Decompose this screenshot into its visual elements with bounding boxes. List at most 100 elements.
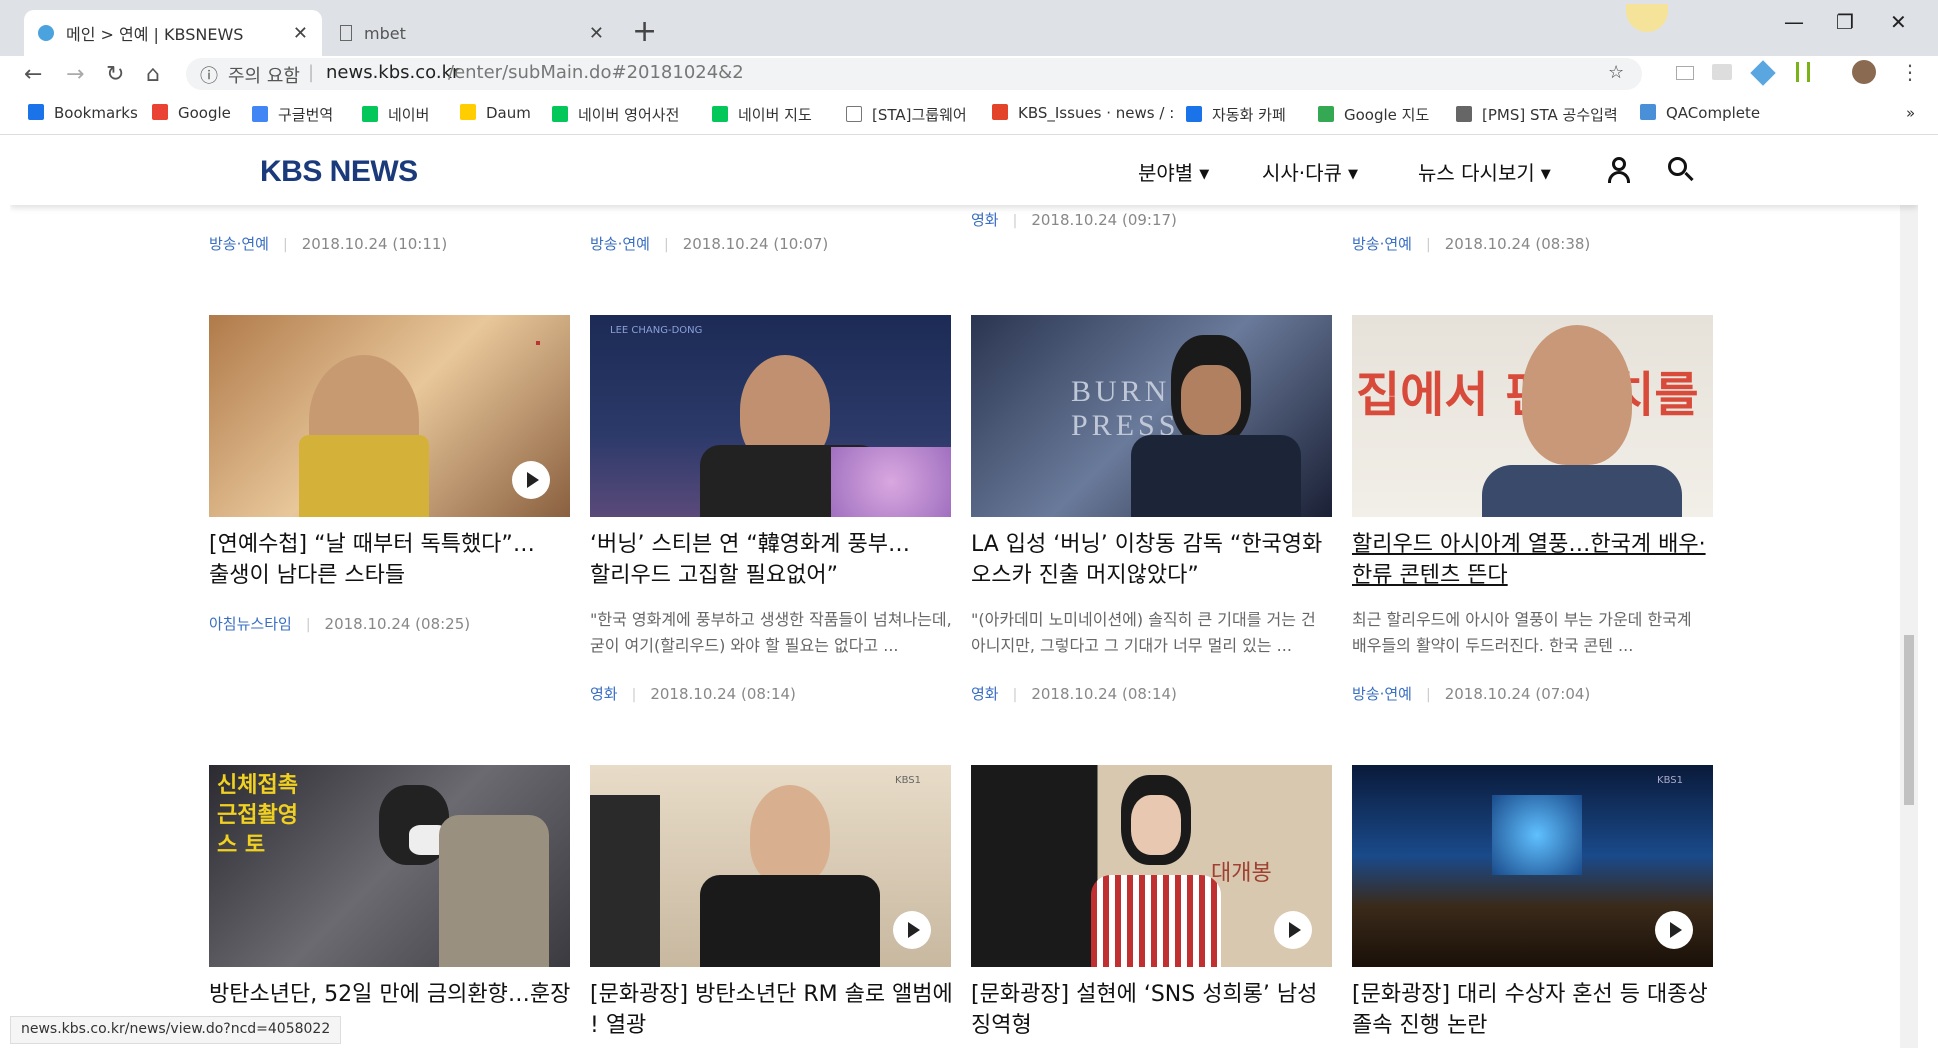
article-headline[interactable]: LA 입성 ‘버닝’ 이창동 감독 “한국영화 오스카 진출 머지않았다” [971, 529, 1343, 591]
caret-down-icon: ▼ [1199, 167, 1210, 182]
bookmark-item[interactable]: 자동화 카페 [1186, 104, 1286, 125]
avatar[interactable] [1852, 60, 1876, 84]
article-meta: 아침뉴스타임 | 2018.10.24 (08:25) [209, 615, 471, 633]
bookmarks-bar: Bookmarks Google 구글번역 네이버 Daum 네이버 영어사전 … [0, 96, 1938, 135]
caret-down-icon: ▼ [1347, 167, 1358, 182]
article-summary: 최근 할리우드에 아시아 열풍이 부는 가운데 한국계 배우들의 활약이 두드러진… [1352, 610, 1692, 655]
bookmark-item[interactable]: 구글번역 [252, 104, 333, 125]
thumb-caption: LEE CHANG-DONG [610, 325, 703, 336]
tab-title: 메인 > 연예 | KBSNEWS [66, 25, 244, 44]
translate-icon [252, 106, 268, 122]
article-summary: "한국 영화계에 풍부하고 생생한 작품들이 넘쳐나는데, 굳이 여기(할리우드)… [590, 610, 952, 655]
bookmark-star-icon[interactable]: ☆ [1608, 62, 1624, 83]
menu-news-replay[interactable]: 뉴스 다시보기 ▼ [1418, 157, 1551, 186]
caret-down-icon: ▼ [1540, 167, 1551, 182]
site-header: KBS NEWS 분야별 ▼ 시사·다큐 ▼ 뉴스 다시보기 ▼ [10, 135, 1918, 205]
reload-icon[interactable]: ↻ [106, 62, 124, 87]
bookmark-item[interactable]: 네이버 [362, 104, 429, 125]
article-meta: 방송·연예 | 2018.10.24 (10:11) [209, 235, 448, 253]
article-thumbnail[interactable]: BURNING PRESS [971, 315, 1332, 517]
address-bar[interactable]: ⓘ 주의 요함 | news.kbs.co.kr /enter/subMain.… [186, 58, 1642, 90]
article-thumbnail[interactable]: KBS1 [1352, 765, 1713, 967]
status-bar: news.kbs.co.kr/news/view.do?ncd=4058022 [10, 1016, 342, 1044]
close-icon[interactable]: ✕ [293, 23, 308, 44]
article-headline[interactable]: [연예수첩] “날 때부터 독특했다”… 출생이 남다른 스타들 [209, 529, 581, 591]
scrollbar-thumb[interactable] [1904, 635, 1914, 805]
sta-icon [1186, 106, 1202, 122]
naver-dict-icon [552, 106, 568, 122]
article-meta: 영화 | 2018.10.24 (08:14) [971, 685, 1177, 703]
naver-map-icon [712, 106, 728, 122]
back-icon[interactable]: ← [24, 62, 42, 87]
bookmark-item[interactable]: [PMS] STA 공수입력 [1456, 104, 1618, 125]
article-meta: 방송·연예 | 2018.10.24 (10:07) [590, 235, 829, 253]
article-thumbnail[interactable]: 대개봉 [971, 765, 1332, 967]
url-path: /enter/subMain.do#20181024&2 [448, 62, 744, 83]
minimize-button[interactable]: — [1784, 10, 1804, 34]
gitlab-icon [992, 104, 1008, 120]
web-page: KBS NEWS 분야별 ▼ 시사·다큐 ▼ 뉴스 다시보기 ▼ 방송·연예 | 2018… [10, 135, 1918, 1048]
article-meta: 방송·연예 | 2018.10.24 (08:38) [1352, 235, 1591, 253]
play-icon[interactable] [1655, 911, 1693, 949]
bookmark-item[interactable]: 네이버 영어사전 [552, 104, 679, 125]
google-maps-icon [1318, 106, 1334, 122]
article-headline[interactable]: [문화광장] 설현에 ‘SNS 성희롱’ 남성 징역형 [971, 979, 1343, 1041]
article-thumbnail[interactable]: LEE CHANG-DONG [590, 315, 951, 517]
google-icon [152, 104, 168, 120]
thumb-caption: 신체접촉 근접촬영 스 토 [217, 773, 298, 858]
bookmark-item[interactable]: Google 지도 [1318, 104, 1429, 125]
bookmarks-more-button[interactable]: » [1906, 104, 1915, 122]
article-headline[interactable]: ‘버닝’ 스티븐 연 “韓영화계 풍부… 할리우드 고집할 필요없어” [590, 529, 962, 591]
tab-title: mbet [364, 23, 406, 43]
extension-ladder-icon[interactable] [1796, 62, 1810, 82]
article-meta: 방송·연예 | 2018.10.24 (07:04) [1352, 685, 1591, 703]
star-icon [28, 104, 44, 120]
tab-mbet[interactable]: mbet ✕ [326, 10, 618, 56]
search-icon[interactable] [1668, 157, 1694, 183]
ex-extension-icon[interactable] [1712, 64, 1732, 80]
page-icon [846, 106, 862, 122]
more-menu-icon[interactable]: ⋮ [1900, 60, 1920, 84]
article-thumbnail[interactable]: 신체접촉 근접촬영 스 토 [209, 765, 570, 967]
menu-category[interactable]: 분야별 ▼ [1138, 157, 1209, 186]
page-icon [340, 25, 352, 41]
site-logo[interactable]: KBS NEWS [260, 155, 418, 189]
forward-icon[interactable]: → [66, 62, 84, 87]
sun-decoration-icon [1626, 4, 1668, 32]
maximize-button[interactable]: ❐ [1836, 10, 1854, 34]
article-headline[interactable]: 할리우드 아시아계 열풍…한국계 배우· 한류 콘텐츠 뜬다 [1352, 529, 1724, 591]
bookmark-item[interactable]: Daum [460, 104, 531, 122]
daum-icon [460, 104, 476, 120]
home-icon[interactable]: ⌂ [146, 62, 160, 87]
bookmark-item[interactable]: Bookmarks [28, 104, 138, 122]
bookmark-item[interactable]: [STA]그룹웨어 [846, 104, 967, 125]
bookmark-item[interactable]: 네이버 지도 [712, 104, 812, 125]
bookmark-item[interactable]: QAComplete [1640, 104, 1760, 122]
article-thumbnail[interactable]: KBS1 [590, 765, 951, 967]
page-scrollbar[interactable] [1900, 135, 1918, 1048]
globe-icon [38, 25, 54, 41]
article-headline[interactable]: [문화광장] 방탄소년단 RM 솔로 앨범에! 열광 [590, 979, 962, 1041]
bookmark-item[interactable]: Google [152, 104, 231, 122]
article-headline[interactable]: [문화광장] 대리 수상자 혼선 등 대종상 졸속 진행 논란 [1352, 979, 1724, 1041]
qacomplete-icon [1640, 104, 1656, 120]
window-close-button[interactable]: ✕ [1890, 10, 1907, 34]
info-icon[interactable]: ⓘ [200, 62, 218, 88]
naver-icon [362, 106, 378, 122]
play-icon[interactable] [893, 911, 931, 949]
article-headline[interactable]: 방탄소년단, 52일 만에 금의환향…훈장 [209, 979, 581, 1010]
play-icon[interactable] [1274, 911, 1312, 949]
cast-icon[interactable] [1676, 66, 1694, 80]
new-tab-button[interactable]: + [632, 14, 657, 49]
article-thumbnail[interactable]: 집에서 편 서치를 [1352, 315, 1713, 517]
article-thumbnail[interactable] [209, 315, 570, 517]
user-icon[interactable] [1608, 157, 1630, 183]
article-summary: "(아카데미 노미네이션에) 솔직히 큰 기대를 거는 건 아니지만, 그렇다고 … [971, 610, 1316, 655]
article-meta: 영화 | 2018.10.24 (09:17) [971, 211, 1177, 229]
pms-icon [1456, 106, 1472, 122]
play-icon[interactable] [512, 461, 550, 499]
close-icon[interactable]: ✕ [589, 23, 604, 44]
bookmark-item[interactable]: KBS_Issues · news / : [992, 104, 1174, 122]
menu-current-affairs[interactable]: 시사·다큐 ▼ [1262, 157, 1358, 186]
tab-kbsnews[interactable]: 메인 > 연예 | KBSNEWS ✕ [24, 10, 322, 56]
